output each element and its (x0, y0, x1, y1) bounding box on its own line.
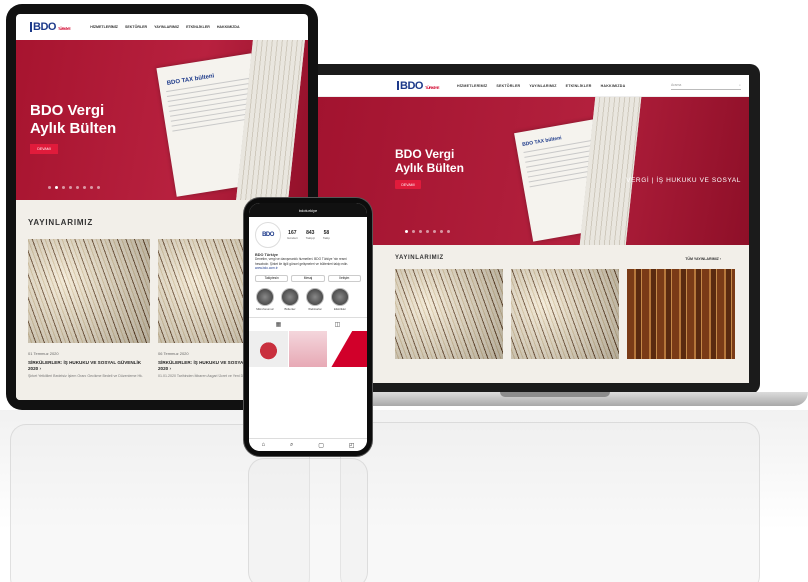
contact-button[interactable]: İletişim (327, 274, 361, 282)
search-icon[interactable]: ⌕ (290, 442, 293, 449)
laptop-menu: HİZMETLERİMİZ SEKTÖRLER YAYINLARIMIZ ETK… (457, 84, 625, 88)
phone-bottom-nav: ⌂ ⌕ ▢ ◰ (249, 438, 367, 451)
nav-item-about[interactable]: HAKKIMIZDA (601, 84, 626, 88)
profile-stats: 167 Gönderi 843 Takipçi 58 Takip (287, 230, 330, 240)
publication-date: 01 Temmuz 2020 (28, 351, 59, 356)
search-icon: ⌕ (739, 83, 741, 87)
laptop-reflection (340, 422, 760, 582)
reels-icon[interactable]: ▢ (318, 442, 324, 449)
follow-button[interactable]: Takiptesin (255, 274, 289, 282)
profile-handle: bdoturkiye (249, 203, 367, 217)
brand-logo[interactable]: BDO TÜRKİYE (397, 80, 440, 92)
nav-item-publications[interactable]: YAYINLARIMIZ (529, 84, 556, 88)
shop-icon[interactable]: ◰ (349, 442, 355, 449)
hero-more-button[interactable]: DEVAMI (395, 180, 421, 189)
nav-item-sectors[interactable]: SEKTÖRLER (496, 84, 520, 88)
home-icon[interactable]: ⌂ (261, 442, 265, 448)
post-thumbnail[interactable] (249, 330, 288, 367)
profile-actions: Takiptesin Mesaj İletişim (249, 271, 367, 286)
tablet-menu: HİZMETLERİMİZ SEKTÖRLER YAYINLARIMIZ ETK… (90, 25, 239, 29)
story-highlights: Mikrofonumuz Bültenler Webinarlar Etkinl… (249, 286, 367, 313)
laptop-navbar: BDO TÜRKİYE HİZMETLERİMİZ SEKTÖRLER YAYIN… (317, 75, 749, 97)
tablet-hero-banner: BDO TAX bülteni BDO Vergi Aylık Bülten D… (16, 40, 308, 200)
nav-item-events[interactable]: ETKİNLİKLER (566, 84, 592, 88)
publication-image (28, 239, 150, 343)
publication-desc: Şirket Yetkilileri Bedelsiz İşlem Oranı … (28, 374, 143, 378)
publications-section: YAYINLARIMIZ TÜM YAYINLARIMIZ › (317, 245, 749, 383)
nav-item-sectors[interactable]: SEKTÖRLER (125, 25, 147, 29)
message-button[interactable]: Mesaj (291, 274, 325, 282)
stat-following[interactable]: 58 Takip (323, 230, 330, 240)
tagged-icon[interactable]: ◫ (335, 321, 341, 328)
laptop-screen: BDO TÜRKİYE HİZMETLERİMİZ SEKTÖRLER YAYIN… (317, 75, 749, 383)
all-publications-link[interactable]: TÜM YAYINLARIMIZ › (685, 257, 721, 261)
grid-icon[interactable]: ▦ (276, 321, 282, 328)
laptop-device: BDO TÜRKİYE HİZMETLERİMİZ SEKTÖRLER YAYIN… (306, 64, 760, 394)
stat-followers[interactable]: 843 Takipçi (306, 230, 315, 240)
story-highlight[interactable]: Bültenler (280, 287, 300, 311)
bio-link[interactable]: www.bdo.com.tr (255, 266, 278, 270)
floor-reflection (0, 410, 808, 582)
story-highlight[interactable]: Etkinlikler (330, 287, 350, 311)
profile-header: BDO 167 Gönderi 843 Takipçi 58 Takip (249, 217, 367, 253)
hero-title: BDO Vergi Aylık Bülten (395, 147, 464, 175)
post-thumbnail[interactable] (288, 330, 328, 367)
nav-item-services[interactable]: HİZMETLERİMİZ (457, 84, 487, 88)
hero-tagline: VERGİ | İŞ HUKUKU VE SOSYAL (626, 177, 741, 184)
tablet-navbar: BDO TÜRKİYE HİZMETLERİMİZ SEKTÖRLER YAYIN… (16, 14, 308, 40)
publication-image[interactable] (627, 269, 735, 359)
publication-card[interactable]: 01 Temmuz 2020 SİRKÜLERLER: İŞ HUKUKU VE… (28, 239, 150, 379)
phone-device: bdoturkiye BDO 167 Gönderi 843 Takipçi 58 T… (244, 198, 372, 456)
profile-tabs: ▦ ◫ (249, 316, 367, 331)
post-thumbnail[interactable] (328, 330, 367, 367)
nav-item-publications[interactable]: YAYINLARIMIZ (154, 25, 179, 29)
nav-item-events[interactable]: ETKİNLİKLER (186, 25, 210, 29)
laptop-hero-banner: BDO TAX bülteni BDO Vergi Aylık Bülten D… (317, 97, 749, 245)
avatar[interactable]: BDO (255, 222, 281, 248)
carousel-dots[interactable] (48, 186, 100, 189)
stat-posts[interactable]: 167 Gönderi (287, 230, 298, 240)
publication-title[interactable]: SİRKÜLERLER: İŞ HUKUKU VE SOSYAL GÜVENLİ… (28, 360, 150, 372)
post-grid (249, 330, 367, 367)
story-highlight[interactable]: Webinarlar (305, 287, 325, 311)
hero-title: BDO Vergi Aylık Bülten (30, 102, 117, 137)
brand-logo[interactable]: BDO TÜRKİYE (30, 21, 71, 33)
nav-item-about[interactable]: HAKKIMIZDA (217, 25, 240, 29)
phone-screen: bdoturkiye BDO 167 Gönderi 843 Takipçi 58 T… (249, 203, 367, 451)
search-input[interactable]: Arama ⌕ (671, 82, 741, 90)
carousel-dots[interactable] (405, 230, 450, 233)
publication-image[interactable] (395, 269, 503, 359)
story-highlight[interactable]: Mikrofonumuz (255, 287, 275, 311)
publication-image[interactable] (511, 269, 619, 359)
nav-item-services[interactable]: HİZMETLERİMİZ (90, 25, 118, 29)
laptop-notch (500, 392, 610, 397)
hero-more-button[interactable]: DEVAMI (30, 144, 58, 154)
phone-reflection (248, 458, 368, 582)
publication-cards (395, 269, 749, 359)
profile-bio: BDO Türkiye Denetim, vergi ve danışmanlı… (255, 253, 349, 271)
